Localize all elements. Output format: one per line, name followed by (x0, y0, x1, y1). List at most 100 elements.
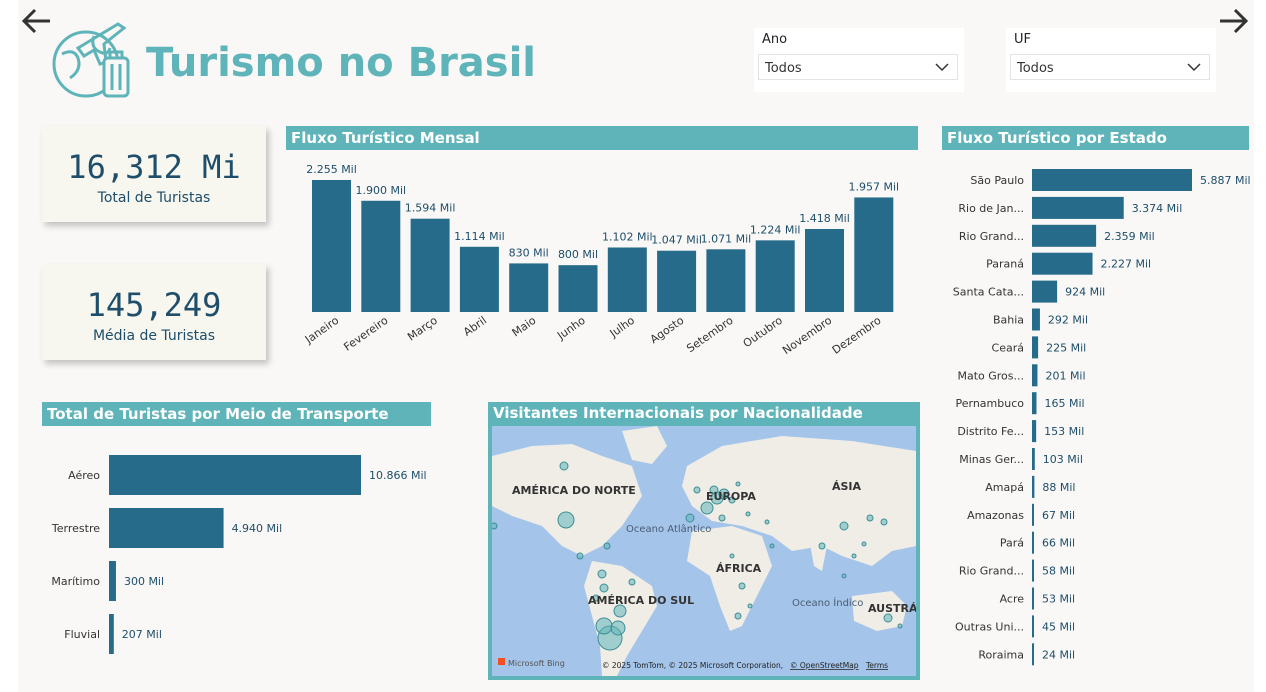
bubble-mexico[interactable] (576, 552, 584, 560)
state-bar-1[interactable] (1032, 196, 1124, 219)
state-category-6: Ceará (992, 341, 1024, 354)
state-dropdown[interactable]: Todos (1010, 54, 1210, 80)
bubble-angola[interactable] (738, 582, 746, 590)
bubble-venezuela[interactable] (628, 578, 636, 586)
bubble-turkey[interactable] (764, 519, 770, 525)
state-category-13: Pará (1000, 537, 1024, 550)
month-bar-label-4: 830 Mil (509, 246, 549, 259)
year-dropdown[interactable]: Todos (758, 54, 958, 80)
month-bar-4[interactable] (509, 263, 549, 312)
month-bar-3[interactable] (459, 246, 499, 312)
month-bar-1[interactable] (361, 200, 401, 312)
state-bar-4[interactable] (1032, 280, 1058, 303)
world-map[interactable]: AMÉRICA DO NORTE EUROPA ÁSIA ÁFRICA AMÉR… (492, 426, 916, 676)
bubble-korea[interactable] (866, 514, 874, 522)
state-bar-5[interactable] (1032, 308, 1040, 331)
state-slicer: UF Todos (1006, 28, 1216, 92)
transport-bar-2[interactable] (109, 561, 116, 601)
state-bar-8[interactable] (1032, 392, 1037, 415)
month-category-0: Janeiro (302, 314, 341, 347)
bubble-greece[interactable] (745, 511, 751, 517)
state-bar-label-8: 165 Mil (1044, 397, 1084, 410)
month-bar-2[interactable] (410, 218, 450, 312)
state-category-5: Bahia (993, 314, 1024, 327)
label-australia: AUSTRÁL (868, 602, 916, 615)
state-category-2: Rio Grand... (959, 230, 1024, 243)
month-bar-9[interactable] (755, 240, 795, 312)
total-tourists-caption: Total de Turistas (97, 190, 211, 206)
state-bar-3[interactable] (1032, 252, 1093, 275)
state-bar-17[interactable] (1032, 643, 1034, 666)
bubble-middle-east[interactable] (769, 543, 775, 549)
state-bar-9[interactable] (1032, 420, 1037, 443)
total-tourists-value: 16,312 Mi (67, 148, 241, 186)
bubble-usa[interactable] (557, 511, 575, 529)
state-category-12: Amazonas (967, 509, 1024, 522)
bubble-ecuador[interactable] (599, 583, 609, 593)
month-category-2: Março (405, 314, 440, 344)
state-bar-7[interactable] (1032, 364, 1038, 387)
map-osm-link[interactable]: © OpenStreetMap (790, 661, 859, 670)
map-copyright: © 2025 TomTom, © 2025 Microsoft Corporat… (602, 661, 783, 670)
state-bar-13[interactable] (1032, 531, 1034, 554)
bubble-hawaii[interactable] (492, 522, 498, 530)
state-dropdown-value: Todos (1017, 61, 1054, 76)
state-bar-16[interactable] (1032, 615, 1034, 638)
travel-globe-logo-icon (48, 18, 134, 104)
state-bar-label-7: 201 Mil (1045, 369, 1085, 382)
month-bar-0[interactable] (312, 180, 351, 312)
bubble-new-zealand[interactable] (897, 623, 903, 629)
state-bar-label-11: 88 Mil (1042, 481, 1075, 494)
bubble-japan[interactable] (880, 518, 888, 526)
bubble-canada[interactable] (559, 461, 569, 471)
bubble-india[interactable] (818, 542, 826, 550)
state-category-15: Acre (1000, 593, 1025, 606)
state-category-11: Amapá (985, 481, 1024, 494)
state-bar-15[interactable] (1032, 587, 1034, 610)
state-bar-0[interactable] (1032, 169, 1192, 191)
state-category-4: Santa Cata... (953, 286, 1024, 299)
state-bar-2[interactable] (1032, 224, 1097, 247)
bubble-south-africa[interactable] (734, 612, 742, 620)
bubble-colombia[interactable] (597, 569, 607, 579)
month-bar-7[interactable] (657, 250, 697, 312)
state-bar-11[interactable] (1032, 475, 1035, 498)
month-bar-6[interactable] (607, 247, 647, 312)
bubble-philippines[interactable] (861, 541, 867, 547)
state-category-9: Distrito Fe... (957, 425, 1024, 438)
month-bar-label-10: 1.418 Mil (799, 212, 850, 225)
bubble-nigeria[interactable] (729, 553, 735, 559)
month-bar-11[interactable] (854, 197, 894, 312)
bubble-mozambique[interactable] (747, 603, 753, 609)
bubble-uk[interactable] (693, 486, 701, 494)
chevron-down-icon (1187, 63, 1201, 72)
month-bar-label-6: 1.102 Mil (602, 230, 653, 243)
label-indian: Oceano Índico (792, 596, 863, 609)
bubble-uruguay[interactable] (595, 617, 613, 635)
transport-bar-1[interactable] (109, 508, 224, 548)
state-bar-6[interactable] (1032, 336, 1039, 359)
bubble-poland[interactable] (735, 481, 741, 487)
month-bar-5[interactable] (558, 265, 598, 312)
month-bar-8[interactable] (706, 249, 746, 312)
bubble-vietnam[interactable] (851, 553, 857, 559)
map-terms-link[interactable]: Terms (865, 661, 888, 670)
state-bar-10[interactable] (1032, 448, 1035, 470)
month-bar-10[interactable] (805, 228, 844, 312)
state-bar-label-4: 924 Mil (1065, 286, 1105, 299)
transport-bar-0[interactable] (109, 455, 361, 495)
state-bar-12[interactable] (1032, 503, 1034, 526)
bubble-australia[interactable] (883, 613, 893, 623)
state-bar-label-12: 67 Mil (1042, 509, 1075, 522)
bubble-indonesia[interactable] (841, 573, 847, 579)
bubble-paraguay[interactable] (610, 620, 626, 636)
transport-bar-3[interactable] (109, 614, 114, 654)
state-bar-14[interactable] (1032, 559, 1034, 582)
bubble-morocco[interactable] (685, 513, 695, 523)
label-europe: EUROPA (706, 490, 756, 503)
bubble-china[interactable] (839, 521, 849, 531)
bubble-tunisia[interactable] (718, 514, 726, 522)
bubble-caribbean[interactable] (603, 542, 611, 550)
forward-arrow-icon[interactable] (1216, 4, 1250, 38)
bubble-portugal[interactable] (700, 501, 714, 515)
